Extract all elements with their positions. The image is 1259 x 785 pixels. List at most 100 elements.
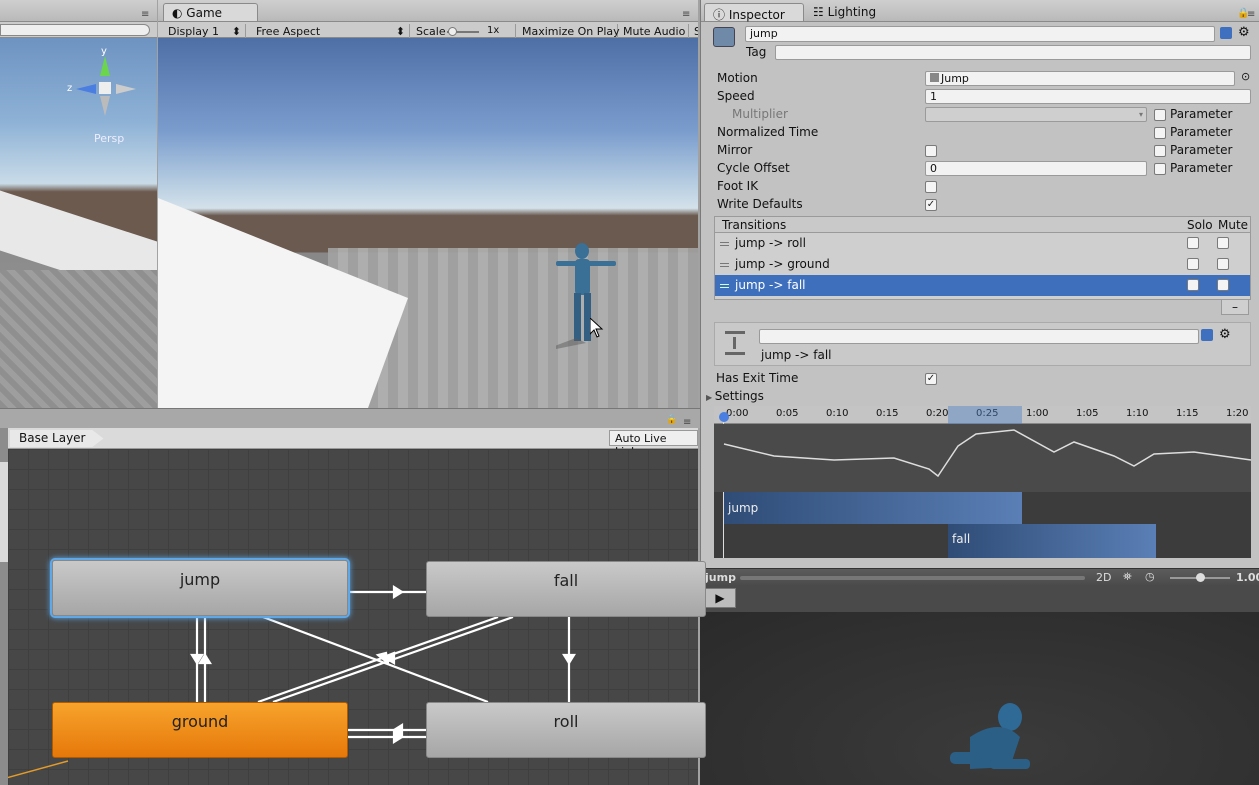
speed-field[interactable]: 1: [925, 89, 1251, 104]
game-icon: ◐: [172, 6, 187, 20]
state-node-ground[interactable]: ground: [52, 702, 348, 758]
state-name-field[interactable]: jump: [745, 26, 1215, 42]
remove-transition-button[interactable]: –: [1221, 299, 1249, 315]
gizmo-z-label: z: [67, 83, 73, 94]
scale-slider-knob[interactable]: [448, 27, 457, 36]
persp-label[interactable]: Persp: [94, 132, 124, 145]
foldout-arrow-icon: ▶: [706, 393, 715, 402]
preview-viewport[interactable]: [700, 612, 1259, 785]
object-picker-icon[interactable]: ⊙: [1241, 70, 1250, 83]
tab-game[interactable]: ◐ Game: [163, 3, 258, 21]
has-exit-time-label: Has Exit Time: [716, 371, 799, 385]
tag-field[interactable]: [775, 45, 1251, 60]
breadcrumb-base-layer[interactable]: Base Layer: [10, 430, 104, 447]
animator-menu-icon[interactable]: ≡: [683, 418, 695, 428]
mouse-cursor-icon: [590, 318, 604, 338]
state-node-jump[interactable]: jump: [52, 560, 348, 616]
mute-checkbox[interactable]: [1217, 279, 1229, 291]
transition-header: ⚙ jump -> fall: [714, 322, 1251, 366]
animator-divider[interactable]: [0, 408, 700, 428]
transition-icon: [725, 331, 745, 355]
transition-name-label: jump -> fall: [761, 348, 832, 362]
game-ramp: [158, 198, 408, 408]
mute-checkbox[interactable]: [1217, 258, 1229, 270]
animator-lock-icon[interactable]: 🔒: [666, 415, 677, 425]
speed-label: Speed: [717, 89, 755, 103]
scene-ground-tiles: [0, 270, 157, 408]
auto-live-link-toggle[interactable]: Auto Live Link: [609, 430, 698, 458]
state-node-fall[interactable]: fall: [426, 561, 706, 617]
motion-label: Motion: [717, 71, 758, 85]
transition-row-selected[interactable]: jump -> fall: [715, 275, 1250, 296]
tag-label: Tag: [746, 45, 767, 59]
transition-row[interactable]: jump -> ground: [715, 254, 1250, 275]
transition-gear-icon[interactable]: ⚙: [1219, 327, 1231, 342]
transitions-list: Transitions Solo Mute jump -> roll jump …: [714, 216, 1251, 300]
preview-speed-value: 1.00: [1236, 571, 1259, 584]
help-book-icon[interactable]: [1220, 27, 1232, 39]
source-clip-bar[interactable]: jump: [724, 492, 1022, 524]
solo-checkbox[interactable]: [1187, 237, 1199, 249]
mirror-parameter-label: Parameter: [1170, 143, 1233, 157]
scene-search-field[interactable]: [0, 24, 150, 36]
preview-2d-toggle[interactable]: 2D: [1096, 571, 1111, 584]
multiplier-parameter-checkbox[interactable]: [1154, 109, 1166, 121]
mirror-checkbox[interactable]: [925, 145, 937, 157]
foot-ik-checkbox[interactable]: [925, 181, 937, 193]
cycle-offset-parameter-label: Parameter: [1170, 161, 1233, 175]
animator-sidebar-edge: [0, 428, 8, 785]
mirror-parameter-checkbox[interactable]: [1154, 145, 1166, 157]
normalized-time-parameter-label: Parameter: [1170, 125, 1233, 139]
foot-ik-label: Foot IK: [717, 179, 759, 193]
transition-name-field[interactable]: [759, 329, 1199, 344]
solo-checkbox[interactable]: [1187, 279, 1199, 291]
transition-row[interactable]: jump -> roll: [715, 233, 1250, 254]
dest-clip-bar[interactable]: fall: [948, 524, 1156, 558]
gizmo-y-label: y: [101, 46, 107, 57]
normalized-time-parameter-checkbox[interactable]: [1154, 127, 1166, 139]
scene-menu-icon[interactable]: ≡: [141, 10, 153, 20]
normalized-time-label: Normalized Time: [717, 125, 819, 139]
inspector-menu-icon[interactable]: ≡: [1247, 10, 1259, 20]
preview-scrubber[interactable]: [740, 576, 1085, 580]
write-defaults-checkbox[interactable]: ✓: [925, 199, 937, 211]
game-menu-icon[interactable]: ≡: [682, 10, 694, 20]
mute-checkbox[interactable]: [1217, 237, 1229, 249]
write-defaults-label: Write Defaults: [717, 197, 803, 211]
multiplier-parameter-label: Parameter: [1170, 107, 1233, 121]
multiplier-label: Multiplier: [732, 107, 788, 121]
drag-handle-icon[interactable]: [720, 284, 729, 288]
settings-gear-icon[interactable]: ⚙: [1238, 25, 1250, 40]
preview-toolbar: jump 2D ⛯ ◷ 1.00: [700, 568, 1259, 586]
preview-speed-knob[interactable]: [1196, 573, 1205, 582]
cycle-offset-parameter-checkbox[interactable]: [1154, 163, 1166, 175]
info-icon: ⓘ: [713, 8, 729, 22]
playhead-marker-icon[interactable]: [719, 412, 729, 422]
game-viewport[interactable]: [158, 38, 698, 408]
tab-lighting[interactable]: ☷ Lighting: [805, 3, 895, 21]
cycle-offset-field[interactable]: 0: [925, 161, 1147, 176]
anim-clip-icon: [930, 73, 939, 82]
preview-clip-label: jump: [705, 571, 736, 584]
curve-graph: [714, 424, 1251, 492]
mirror-label: Mirror: [717, 143, 753, 157]
motion-field[interactable]: Jump: [925, 71, 1235, 86]
state-node-roll[interactable]: roll: [426, 702, 706, 758]
game-panel[interactable]: ◐ Game ≡ Display 1 ⬍ Free Aspect ⬍ Scale 1…: [158, 0, 698, 408]
tab-inspector[interactable]: ⓘ Inspector: [704, 3, 804, 22]
speed-icon[interactable]: ◷: [1145, 570, 1155, 583]
mute-header: Mute: [1218, 218, 1249, 232]
solo-checkbox[interactable]: [1187, 258, 1199, 270]
scene-panel[interactable]: ≡ y z Persp: [0, 0, 157, 408]
drag-handle-icon[interactable]: [720, 263, 729, 267]
has-exit-time-checkbox[interactable]: ✓: [925, 373, 937, 385]
state-icon: [713, 27, 735, 47]
play-button[interactable]: ▶: [704, 588, 736, 608]
settings-foldout[interactable]: ▶ Settings: [706, 389, 764, 403]
transition-help-icon[interactable]: [1201, 329, 1213, 341]
preview-controls: ▶: [700, 586, 1259, 612]
pivot-icon[interactable]: ⛯: [1123, 570, 1132, 584]
animator-graph[interactable]: jump fall ground roll: [8, 449, 706, 785]
transition-timeline[interactable]: 0:00 0:05 0:10 0:15 0:20 0:25 1:00 1:05 …: [714, 406, 1251, 558]
drag-handle-icon[interactable]: [720, 242, 729, 246]
